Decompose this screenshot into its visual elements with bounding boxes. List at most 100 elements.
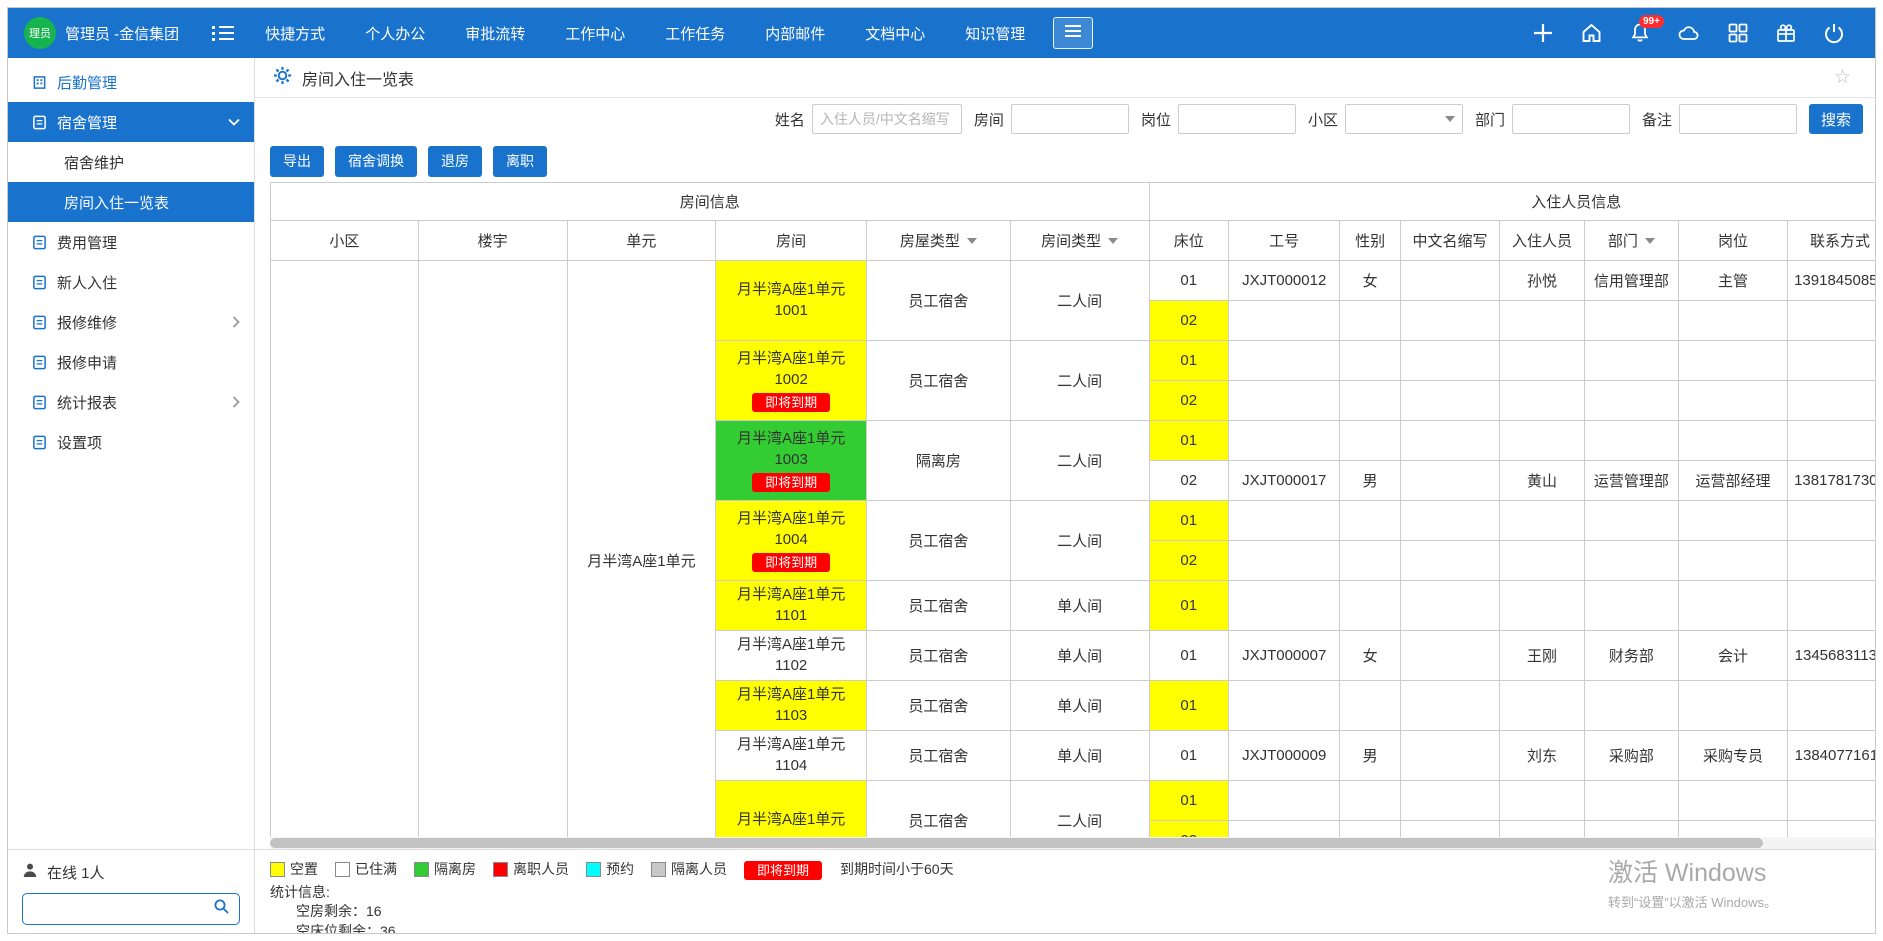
name-abbr-cell — [1400, 461, 1500, 501]
legend-label: 已住满 — [355, 859, 397, 879]
legend-item-4: 预约 — [586, 859, 634, 879]
table-body: 月半湾A座1单元月半湾A座1单元1001员工宿舍二人间01JXJT000012女… — [271, 261, 1876, 838]
check-out-button[interactable]: 退房 — [428, 146, 482, 177]
dept-cell: 信用管理部 — [1584, 261, 1678, 301]
sidebar-item-logistics-mgmt[interactable]: 后勤管理 — [8, 62, 254, 102]
legend-item-2: 隔离房 — [414, 859, 476, 879]
chevron-right-icon — [232, 316, 240, 328]
scrollbar-thumb[interactable] — [270, 838, 1763, 848]
horizontal-scrollbar[interactable] — [270, 837, 1875, 849]
nav-item-4[interactable]: 工作任务 — [665, 23, 725, 44]
dorm-swap-button[interactable]: 宿舍调换 — [335, 146, 417, 177]
nav-item-2[interactable]: 审批流转 — [465, 23, 525, 44]
filter-input[interactable] — [812, 104, 962, 134]
filter-label: 备注 — [1642, 109, 1672, 130]
house-type-cell: 员工宿舍 — [867, 731, 1011, 781]
document-icon — [32, 435, 47, 450]
sidebar-item-repair-maintain[interactable]: 报修维修 — [8, 302, 254, 342]
column-header: 楼宇 — [418, 221, 567, 261]
post-cell — [1679, 681, 1788, 731]
sidebar-item-dorm-maintain[interactable]: 宿舍维护 — [8, 142, 254, 182]
gender-cell: 女 — [1340, 261, 1400, 301]
sidebar-item-label: 设置项 — [57, 432, 102, 453]
filter-input[interactable] — [1512, 104, 1630, 134]
emp-id-cell — [1228, 681, 1340, 731]
gender-cell — [1340, 581, 1400, 631]
cloud-icon[interactable] — [1677, 22, 1701, 44]
gender-cell — [1340, 301, 1400, 341]
column-header: 岗位 — [1679, 221, 1788, 261]
occupant-cell — [1500, 301, 1584, 341]
sidebar-item-repair-apply[interactable]: 报修申请 — [8, 342, 254, 382]
document-icon — [32, 355, 47, 370]
search-icon[interactable] — [213, 898, 230, 920]
bed-no-cell: 01 — [1149, 681, 1228, 731]
legend-swatch — [335, 862, 350, 877]
legend-item-1: 已住满 — [335, 859, 397, 879]
nav-item-0[interactable]: 快捷方式 — [265, 23, 325, 44]
filter-field-4: 部门 — [1475, 104, 1630, 134]
nav-item-5[interactable]: 内部邮件 — [765, 23, 825, 44]
phone-cell — [1787, 781, 1875, 821]
main-footer: 空置已住满隔离房离职人员预约隔离人员即将到期到期时间小于60天 统计信息: 空房… — [255, 849, 1875, 933]
unit-cell: 月半湾A座1单元 — [567, 261, 716, 838]
room-cell: 月半湾A座1单元1104 — [716, 731, 867, 781]
post-cell: 运营部经理 — [1679, 461, 1788, 501]
search-button[interactable]: 搜索 — [1809, 104, 1863, 134]
bed-no-cell: 01 — [1149, 341, 1228, 381]
gender-cell: 男 — [1340, 461, 1400, 501]
export-button[interactable]: 导出 — [270, 146, 324, 177]
filter-input[interactable] — [1679, 104, 1797, 134]
sidebar-toggle-icon[interactable] — [211, 23, 235, 43]
bed-no-cell: 01 — [1149, 631, 1228, 681]
sidebar-search-input[interactable] — [32, 901, 213, 917]
column-header-label: 性别 — [1355, 233, 1385, 250]
column-filter-caret-icon[interactable] — [1645, 238, 1655, 244]
column-filter-caret-icon[interactable] — [1108, 238, 1118, 244]
more-menu-button[interactable] — [1053, 17, 1093, 49]
expiring-badge: 即将到期 — [752, 393, 830, 412]
plus-icon[interactable] — [1532, 22, 1554, 44]
filter-input[interactable] — [1011, 104, 1129, 134]
sidebar-item-newcomer-checkin[interactable]: 新人入住 — [8, 262, 254, 302]
apps-grid-icon[interactable] — [1727, 22, 1749, 44]
nav-item-7[interactable]: 知识管理 — [965, 23, 1025, 44]
legend-label: 预约 — [606, 859, 634, 879]
legend-label: 隔离人员 — [671, 859, 727, 879]
sidebar-item-dorm-mgmt[interactable]: 宿舍管理 — [8, 102, 254, 142]
filter-select[interactable] — [1345, 104, 1463, 134]
legend-item-0: 空置 — [270, 859, 318, 879]
room-info-group-header: 房间信息 — [271, 183, 1150, 221]
column-filter-caret-icon[interactable] — [967, 238, 977, 244]
nav-item-1[interactable]: 个人办公 — [365, 23, 425, 44]
dept-cell — [1584, 341, 1678, 381]
name-abbr-cell — [1400, 341, 1500, 381]
post-cell — [1679, 541, 1788, 581]
home-icon[interactable] — [1580, 22, 1603, 44]
gender-cell — [1340, 381, 1400, 421]
room-type-cell: 单人间 — [1010, 581, 1149, 631]
bell-icon[interactable]: 99+ — [1629, 22, 1651, 44]
sidebar-item-settings[interactable]: 设置项 — [8, 422, 254, 462]
filter-input[interactable] — [1178, 104, 1296, 134]
gift-icon[interactable] — [1775, 22, 1797, 44]
rooms-table: 房间信息入住人员信息小区楼宇单元房间房屋类型房间类型床位工号性别中文名缩写入住人… — [270, 182, 1875, 837]
room-name: 月半湾A座1单元1101 — [735, 585, 847, 626]
bed-no-cell: 02 — [1149, 541, 1228, 581]
document-icon — [32, 395, 47, 410]
resign-button[interactable]: 离职 — [493, 146, 547, 177]
room-name: 月半湾A座1单元1104 — [735, 735, 847, 776]
avatar[interactable]: 理员 — [24, 17, 56, 49]
sidebar-item-stats-report[interactable]: 统计报表 — [8, 382, 254, 422]
nav-item-6[interactable]: 文档中心 — [865, 23, 925, 44]
table-head: 房间信息入住人员信息小区楼宇单元房间房屋类型房间类型床位工号性别中文名缩写入住人… — [271, 183, 1876, 261]
power-icon[interactable] — [1823, 22, 1845, 44]
column-header-label: 房间 — [776, 233, 806, 250]
sidebar-item-room-occupancy-list[interactable]: 房间入住一览表 — [8, 182, 254, 222]
favorite-star-icon[interactable]: ☆ — [1834, 66, 1851, 89]
post-cell — [1679, 781, 1788, 821]
sidebar-item-fee-mgmt[interactable]: 费用管理 — [8, 222, 254, 262]
bed-row[interactable]: 月半湾A座1单元月半湾A座1单元1001员工宿舍二人间01JXJT000012女… — [271, 261, 1876, 301]
nav-item-3[interactable]: 工作中心 — [565, 23, 625, 44]
dept-cell — [1584, 581, 1678, 631]
